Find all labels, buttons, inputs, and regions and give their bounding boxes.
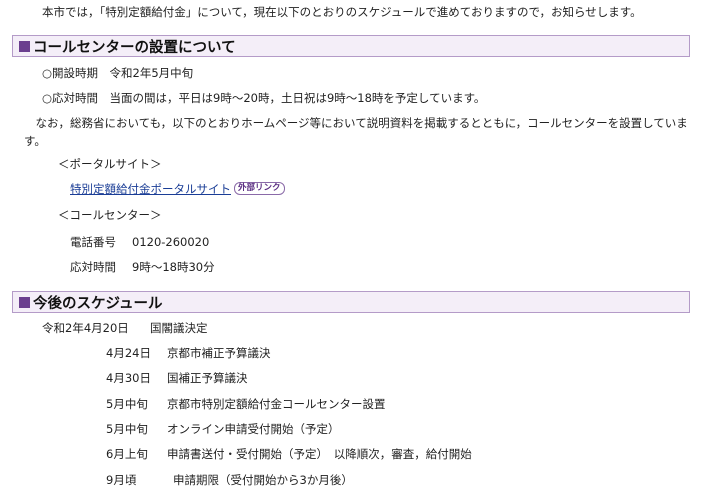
schedule-first-row: 令和2年4月20日 国閣議決定 [42, 320, 208, 336]
call-hours-row: 応対時間 9時～18時30分 [70, 259, 215, 275]
mic-paragraph: なお，総務省においても，以下のとおりホームページ等において説明資料を掲載するとと… [24, 116, 688, 148]
schedule-row: 4月30日 国補正予算議決 [106, 370, 248, 386]
schedule-date: 4月24日 [106, 346, 151, 360]
schedule-event: 国補正予算議決 [167, 371, 248, 385]
schedule-date: 4月30日 [106, 371, 151, 385]
schedule-event: オンライン申請受付開始（予定） [167, 422, 340, 436]
schedule-date: 6月上旬 [106, 447, 148, 461]
schedule-row: 6月上旬 申請書送付・受付開始（予定） 以降順次，審査，給付開始 [106, 446, 472, 462]
schedule-event: 京都市補正予算議決 [167, 346, 271, 360]
schedule-date: 5月中旬 [106, 397, 148, 411]
schedule-event: 国閣議決定 [150, 321, 208, 335]
schedule-date: 5月中旬 [106, 422, 148, 436]
call-hours-value: 9時～18時30分 [132, 260, 215, 274]
call-hours-label: 応対時間 [70, 260, 116, 274]
schedule-row: 4月24日 京都市補正予算議決 [106, 345, 271, 361]
section-heading-call-center: コールセンターの設置について [12, 35, 690, 57]
schedule-date: 令和2年4月20日 [42, 321, 129, 335]
external-link-badge: 外部リンク [234, 182, 285, 195]
phone-label: 電話番号 [70, 235, 116, 249]
opening-period: ○開設時期 令和2年5月中旬 [42, 66, 194, 80]
phone-row: 電話番号 0120-260020 [70, 234, 209, 250]
portal-site-link[interactable]: 特別定額給付金ポータルサイト [70, 182, 231, 196]
response-hours: ○応対時間 当面の間は，平日は9時～20時，土日祝は9時～18時を予定しています… [42, 91, 486, 105]
schedule-row: 5月中旬 オンライン申請受付開始（予定） [106, 421, 340, 437]
heading-square-icon [19, 40, 30, 52]
intro-text: 本市では，「特別定額給付金」について，現在以下のとおりのスケジュールで進めており… [42, 5, 642, 19]
call-center-heading: ＜コールセンター＞ [58, 208, 162, 222]
section-title: コールセンターの設置について [33, 39, 236, 56]
schedule-event: 申請期限（受付開始から3か月後） [173, 473, 353, 487]
phone-number: 0120-260020 [132, 235, 210, 249]
section-heading-schedule: 今後のスケジュール [12, 291, 690, 313]
schedule-row: 5月中旬 京都市特別定額給付金コールセンター設置 [106, 396, 386, 412]
portal-heading: ＜ポータルサイト＞ [58, 157, 162, 171]
schedule-event: 京都市特別定額給付金コールセンター設置 [167, 397, 386, 411]
schedule-row: 9月頃 申請期限（受付開始から3か月後） [106, 472, 353, 488]
section-title: 今後のスケジュール [33, 295, 163, 312]
schedule-event: 申請書送付・受付開始（予定） 以降順次，審査，給付開始 [167, 447, 472, 461]
heading-square-icon [19, 296, 30, 308]
portal-link-row: 特別定額給付金ポータルサイト 外部リンク [70, 181, 285, 197]
schedule-date: 9月頃 [106, 473, 137, 487]
